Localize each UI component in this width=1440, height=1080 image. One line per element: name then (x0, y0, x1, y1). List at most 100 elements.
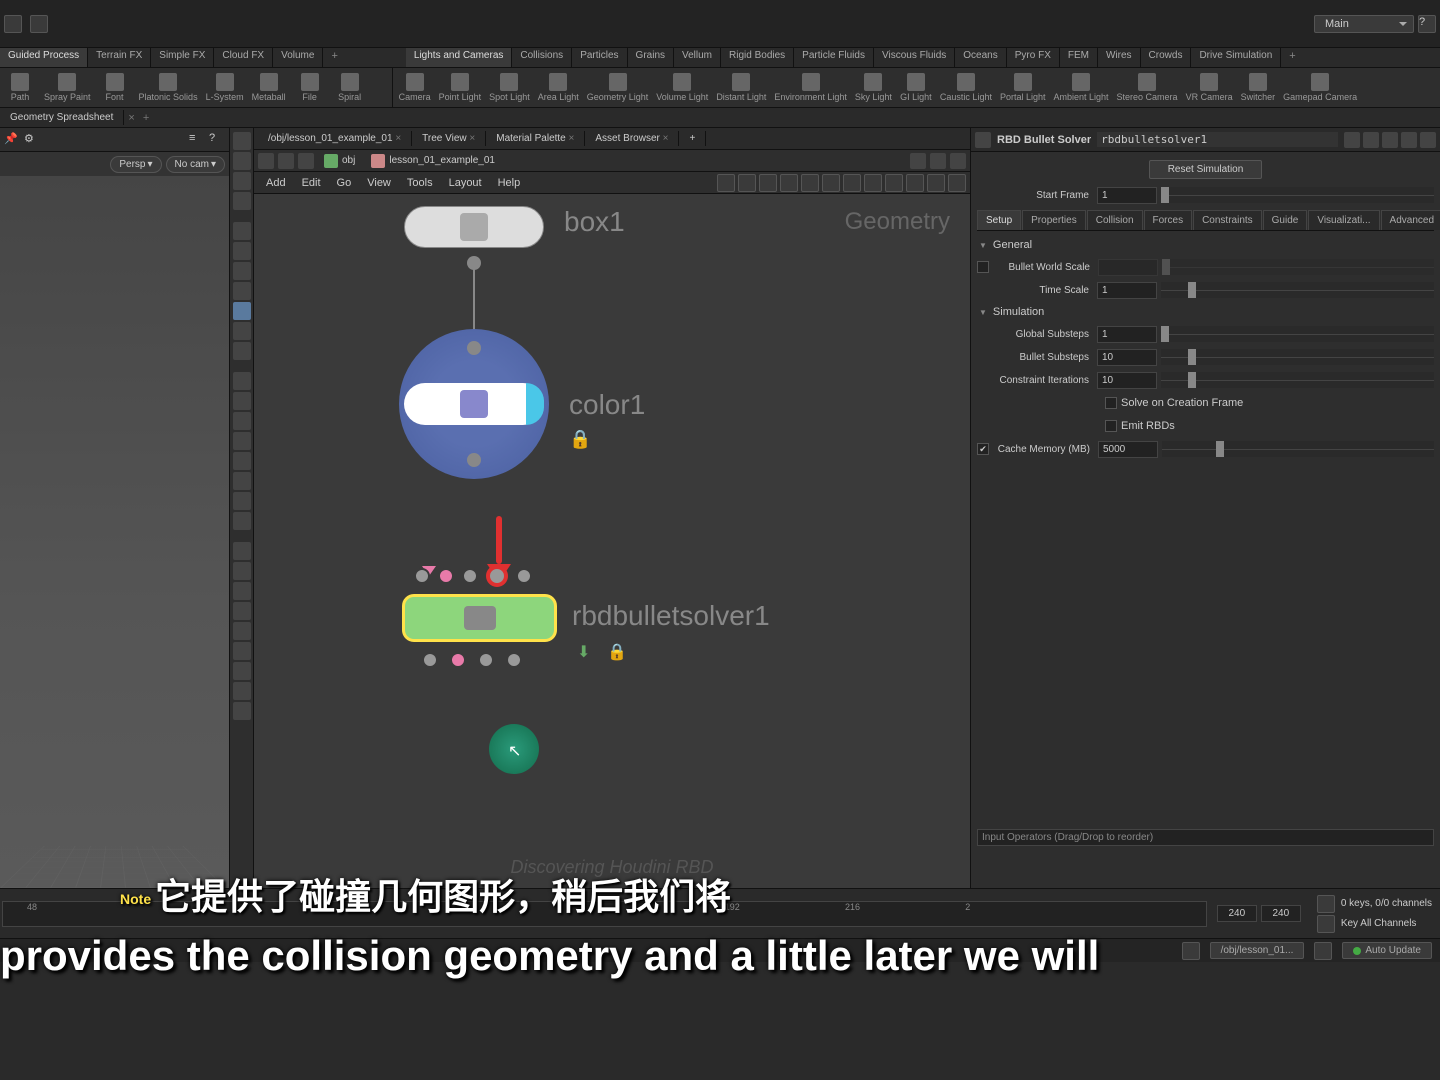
tool-portal-light[interactable]: Portal Light (996, 68, 1050, 107)
viewport-tool-25[interactable] (233, 662, 251, 680)
tool-volume-light[interactable]: Volume Light (652, 68, 712, 107)
node-output-dot[interactable] (467, 453, 481, 467)
tool-caustic-light[interactable]: Caustic Light (936, 68, 996, 107)
shelf-tab-volume[interactable]: Volume (273, 48, 323, 67)
tool-gi-light[interactable]: GI Light (896, 68, 936, 107)
network-tool-icon-2[interactable] (759, 174, 777, 192)
tool-gamepad-camera[interactable]: Gamepad Camera (1279, 68, 1361, 107)
shelf-tab-fem[interactable]: FEM (1060, 48, 1098, 67)
tool-font[interactable]: Font (95, 68, 135, 107)
time-scale-slider[interactable] (1161, 282, 1434, 298)
gear-icon[interactable] (1344, 132, 1360, 148)
shelf-add-left[interactable]: + (323, 48, 345, 67)
bullet-world-scale-slider[interactable] (1162, 259, 1434, 275)
output-4[interactable] (506, 652, 522, 668)
network-tool-icon-10[interactable] (927, 174, 945, 192)
tool-area-light[interactable]: Area Light (534, 68, 583, 107)
shelf-tab-rigid-bodies[interactable]: Rigid Bodies (721, 48, 794, 67)
section-simulation[interactable]: Simulation (977, 302, 1434, 322)
tool-platonic-solids[interactable]: Platonic Solids (135, 68, 202, 107)
help-icon[interactable]: ? (1418, 15, 1436, 33)
shelf-tab-terrain-fx[interactable]: Terrain FX (88, 48, 151, 67)
timeline[interactable]: 48 192 216 2 (2, 901, 1207, 927)
update-mode-dropdown[interactable]: Auto Update (1342, 942, 1432, 959)
viewport-tool-18[interactable] (233, 512, 251, 530)
tool-geometry-light[interactable]: Geometry Light (583, 68, 653, 107)
shelf-tab-collisions[interactable]: Collisions (512, 48, 572, 67)
frame-end-input[interactable] (1217, 905, 1257, 922)
cache-memory-slider[interactable] (1162, 441, 1434, 457)
cache-memory-input[interactable] (1098, 441, 1158, 458)
param-tab-constraints[interactable]: Constraints (1193, 210, 1262, 230)
viewport-tool-9[interactable] (233, 322, 251, 340)
global-substeps-slider[interactable] (1161, 326, 1434, 342)
camera-persp-dropdown[interactable]: Persp▾ (110, 156, 161, 173)
close-icon[interactable]: × (124, 112, 138, 124)
shelf-tab-particle-fluids[interactable]: Particle Fluids (794, 48, 874, 67)
shelf-tab-oceans[interactable]: Oceans (955, 48, 1006, 67)
network-tab-2[interactable]: Material Palette (486, 131, 585, 146)
viewport-tool-11[interactable] (233, 372, 251, 390)
nav-up-icon[interactable] (298, 153, 314, 169)
tool-spot-light[interactable]: Spot Light (485, 68, 534, 107)
gear-icon[interactable]: ⚙ (24, 132, 40, 148)
menu-go[interactable]: Go (329, 175, 360, 191)
tool-ambient-light[interactable]: Ambient Light (1049, 68, 1112, 107)
add-tab-icon[interactable]: + (139, 112, 153, 124)
network-tab-3[interactable]: Asset Browser (585, 131, 679, 146)
menu-tools[interactable]: Tools (399, 175, 441, 191)
list-icon[interactable]: ≡ (189, 132, 205, 148)
node-name-field[interactable]: rbdbulletsolver1 (1097, 132, 1338, 147)
shelf-tab-drive-simulation[interactable]: Drive Simulation (1191, 48, 1281, 67)
viewport-tool-0[interactable] (233, 132, 251, 150)
tool-environment-light[interactable]: Environment Light (770, 68, 851, 107)
shelf-tab-viscous-fluids[interactable]: Viscous Fluids (874, 48, 955, 67)
viewport-tool-22[interactable] (233, 602, 251, 620)
input-5[interactable] (516, 568, 532, 584)
viewport-tool-21[interactable] (233, 582, 251, 600)
viewport-tool-26[interactable] (233, 682, 251, 700)
camera-none-dropdown[interactable]: No cam▾ (166, 156, 225, 173)
viewport-tool-13[interactable] (233, 412, 251, 430)
output-3[interactable] (478, 652, 494, 668)
context-pill[interactable]: /obj/lesson_01... (1210, 942, 1305, 959)
viewport-tool-5[interactable] (233, 242, 251, 260)
shelf-tab-grains[interactable]: Grains (628, 48, 674, 67)
channel-icon[interactable] (1317, 895, 1335, 913)
tool-stereo-camera[interactable]: Stereo Camera (1113, 68, 1182, 107)
param-tab-guide[interactable]: Guide (1263, 210, 1308, 230)
network-tab-1[interactable]: Tree View (412, 131, 486, 146)
tool-point-light[interactable]: Point Light (435, 68, 486, 107)
viewport-tool-3[interactable] (233, 192, 251, 210)
pin-icon[interactable] (930, 153, 946, 169)
node-rbdbulletsolver1[interactable]: rbdbulletsolver1 ⬇ 🔒 (402, 594, 557, 642)
tool-path[interactable]: Path (0, 68, 40, 107)
info-icon[interactable] (1363, 132, 1379, 148)
shelf-tab-guided-process[interactable]: Guided Process (0, 48, 88, 67)
input-3[interactable] (462, 568, 478, 584)
start-frame-input[interactable] (1097, 187, 1157, 204)
shelf-tab-lights-and-cameras[interactable]: Lights and Cameras (406, 48, 513, 67)
viewport-tool-6[interactable] (233, 262, 251, 280)
refresh-icon[interactable] (1314, 942, 1332, 960)
network-tool-icon-4[interactable] (801, 174, 819, 192)
viewport-tool-4[interactable] (233, 222, 251, 240)
shelf-add-right[interactable]: + (1281, 48, 1303, 67)
viewport-tool-12[interactable] (233, 392, 251, 410)
network-tool-icon-6[interactable] (843, 174, 861, 192)
menu-help[interactable]: Help (490, 175, 529, 191)
display-flag[interactable] (526, 383, 544, 425)
viewport-tool-27[interactable] (233, 702, 251, 720)
tool-spray-paint[interactable]: Spray Paint (40, 68, 95, 107)
menu-edit[interactable]: Edit (294, 175, 329, 191)
viewport[interactable] (0, 176, 229, 888)
input-2[interactable] (438, 568, 454, 584)
viewport-tool-8[interactable] (233, 302, 251, 320)
viewport-tool-7[interactable] (233, 282, 251, 300)
network-tool-icon-3[interactable] (780, 174, 798, 192)
output-2[interactable] (450, 652, 466, 668)
network-tool-icon-8[interactable] (885, 174, 903, 192)
menu-layout[interactable]: Layout (441, 175, 490, 191)
key-mode-icon[interactable] (1317, 915, 1335, 933)
global-substeps-input[interactable] (1097, 326, 1157, 343)
